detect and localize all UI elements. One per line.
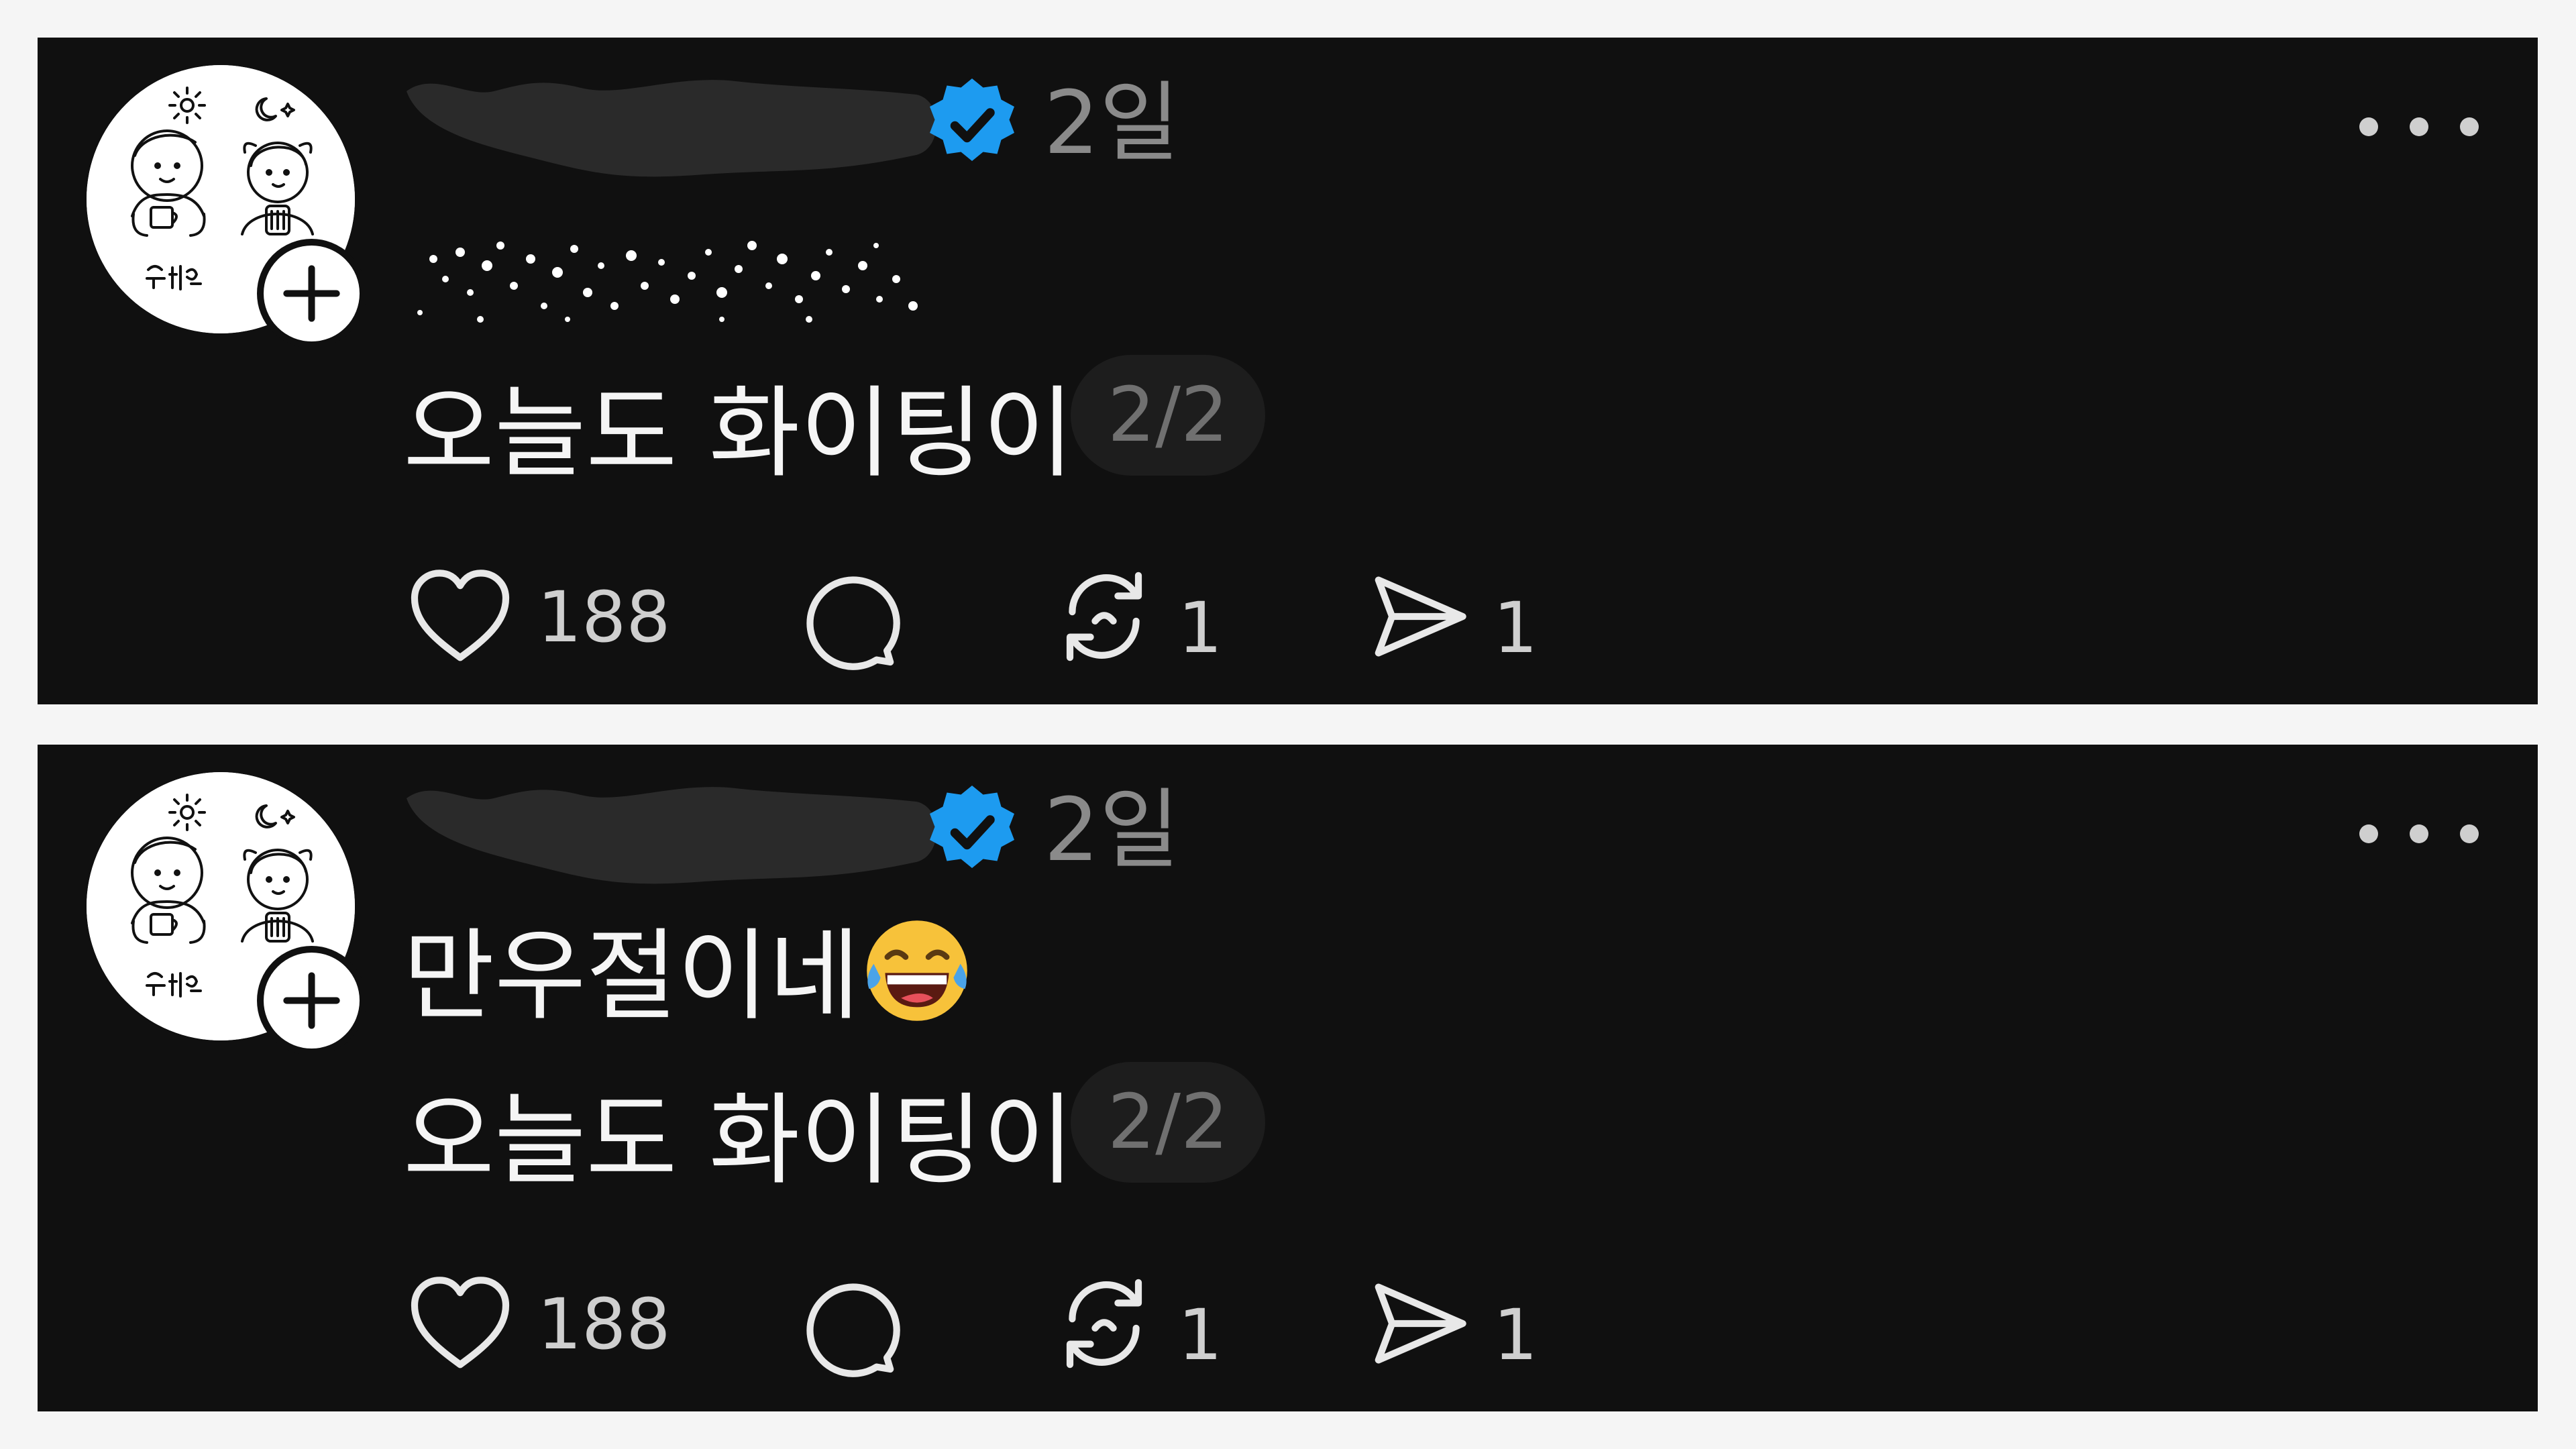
follow-button[interactable] [257,239,366,348]
send-icon [1362,1267,1477,1381]
post-text-line: 오늘도 화이팅이야 [403,376,1166,491]
repost-count: 1 [1178,1294,1223,1376]
reply-bubble-icon [792,559,906,674]
send-icon [1362,559,1477,674]
post-time: 2일 [1044,72,1180,174]
plus-icon [264,953,360,1049]
thread-counter-badge: 2/2 [1071,355,1265,476]
reply-bubble-icon [792,1267,906,1381]
post-time: 2일 [1044,779,1180,881]
like-button[interactable] [403,559,517,674]
post-card[interactable]: 2일 오늘도 화이팅이야 2/2 188 1 1 [38,38,2538,704]
reply-button[interactable] [792,559,906,674]
verified-badge-icon [922,782,1022,882]
username-redaction [386,771,953,926]
post-text-line: 만우절이네 [403,912,974,1040]
repost-icon [1047,1267,1161,1381]
post-text-line: 오늘도 화이팅이야 [403,1083,1166,1198]
laughing-tears-emoji-icon [860,914,974,1028]
repost-button[interactable] [1047,559,1161,674]
more-options-icon[interactable] [2345,103,2493,150]
like-count: 188 [537,576,671,658]
plus-icon [264,246,360,341]
repost-count: 1 [1178,587,1223,669]
post-text-redaction [407,219,950,339]
more-options-icon[interactable] [2345,810,2493,857]
share-button[interactable] [1362,559,1477,674]
reply-button[interactable] [792,1267,906,1381]
follow-button[interactable] [257,946,366,1055]
verified-badge-icon [922,74,1022,175]
action-bar: 188 1 1 [38,554,2538,688]
like-count: 188 [537,1283,671,1365]
heart-icon [403,559,517,674]
repost-icon [1047,559,1161,674]
thread-counter-badge: 2/2 [1071,1062,1265,1183]
heart-icon [403,1267,517,1381]
like-button[interactable] [403,1267,517,1381]
post-card[interactable]: 2일 만우절이네 오늘도 화이팅이야 2/2 188 1 1 [38,745,2538,1411]
share-button[interactable] [1362,1267,1477,1381]
post-text: 만우절이네 [403,918,860,1034]
share-count: 1 [1493,587,1538,669]
action-bar: 188 1 1 [38,1261,2538,1395]
username-redaction [386,64,953,219]
repost-button[interactable] [1047,1267,1161,1381]
share-count: 1 [1493,1294,1538,1376]
